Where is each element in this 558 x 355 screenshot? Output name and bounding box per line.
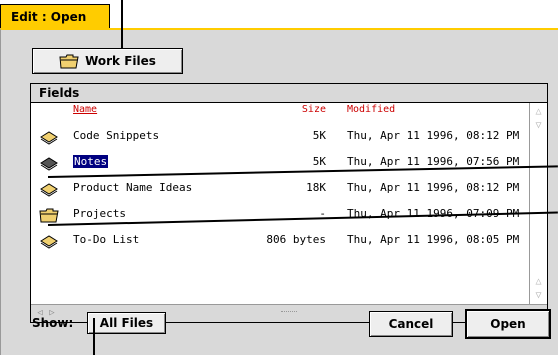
file-row[interactable]: Product Name Ideas 18K Thu, Apr 11 1996,… (31, 176, 521, 202)
file-name: Notes (73, 155, 109, 168)
scroll-up-icon[interactable]: △ (532, 275, 545, 288)
file-size: 806 bytes (266, 233, 326, 246)
open-label: Open (490, 317, 526, 331)
scroll-down-icon[interactable]: ▽ (532, 119, 545, 132)
vertical-scrollbar[interactable]: △ ▽ △ ▽ (529, 103, 547, 305)
column-header-modified[interactable]: Modified (347, 104, 395, 119)
scroll-up-icon[interactable]: △ (532, 105, 545, 118)
callout-line (121, 0, 123, 48)
callout-line (93, 318, 95, 355)
file-name: Code Snippets (73, 129, 160, 142)
file-name: Product Name Ideas (73, 181, 193, 194)
folder-icon (59, 54, 79, 69)
show-filter-popup[interactable]: All Files (87, 312, 166, 334)
window-tab: Edit : Open (0, 4, 110, 28)
column-header-name[interactable]: Name (73, 104, 97, 119)
file-row[interactable]: To-Do List 806 bytes Thu, Apr 11 1996, 0… (31, 228, 521, 254)
document-icon (40, 131, 58, 145)
file-modified: Thu, Apr 11 1996, 08:12 PM (347, 181, 520, 194)
folder-button-label: Work Files (85, 54, 156, 68)
folder-popup-button[interactable]: Work Files (32, 48, 183, 74)
file-size: 5K (312, 129, 326, 142)
show-filter-value: All Files (99, 316, 154, 330)
cancel-button[interactable]: Cancel (369, 311, 453, 337)
file-name: To-Do List (73, 233, 140, 246)
file-size: 5K (312, 155, 326, 168)
file-modified: Thu, Apr 11 1996, 08:12 PM (347, 129, 520, 142)
document-icon (40, 157, 58, 171)
cancel-label: Cancel (388, 317, 434, 331)
open-button[interactable]: Open (465, 309, 551, 339)
document-icon (40, 235, 58, 249)
file-list-panel: Fields Name Size Modified Code Snippets … (30, 83, 548, 323)
column-header-size[interactable]: Size (271, 104, 326, 119)
scroll-grip[interactable] (281, 311, 297, 316)
panel-title: Fields (31, 84, 547, 103)
document-icon (40, 183, 58, 197)
file-modified: Thu, Apr 11 1996, 08:05 PM (347, 233, 520, 246)
show-label: Show: (32, 316, 74, 330)
file-name: Projects (73, 207, 126, 220)
file-row[interactable]: Code Snippets 5K Thu, Apr 11 1996, 08:12… (31, 124, 521, 150)
open-dialog: Work Files Fields Name Size Modified Cod… (0, 28, 558, 355)
file-size: 18K (306, 181, 326, 194)
folder-icon (39, 208, 59, 223)
scroll-down-icon[interactable]: ▽ (532, 289, 545, 302)
window-title: Edit : Open (11, 10, 87, 24)
